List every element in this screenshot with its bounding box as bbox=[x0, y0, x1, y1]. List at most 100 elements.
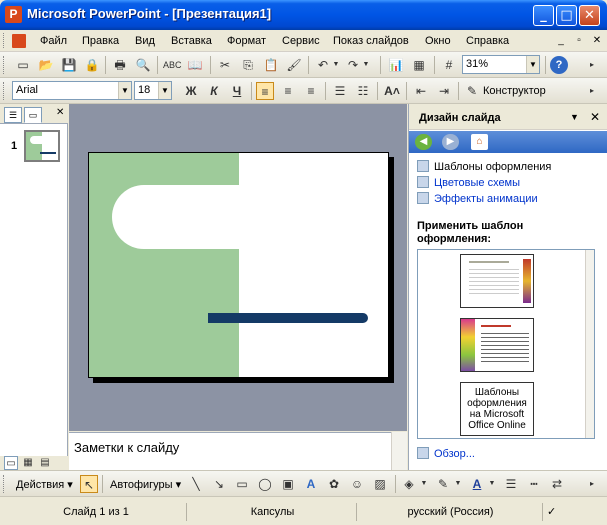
format-painter-icon[interactable]: 🖌 bbox=[285, 56, 303, 74]
design-templates-link[interactable]: Шаблоны оформления bbox=[417, 160, 551, 173]
menu-window[interactable]: Окно bbox=[425, 35, 451, 47]
toolbar-grip[interactable] bbox=[3, 475, 6, 493]
doc-minimize-icon[interactable]: _ bbox=[553, 33, 569, 48]
doc-close-icon[interactable]: ✕ bbox=[589, 33, 605, 48]
menu-view[interactable]: Вид bbox=[135, 35, 155, 47]
fill-color-icon[interactable]: ◈ bbox=[400, 475, 418, 493]
line-style-icon[interactable]: ☰ bbox=[502, 475, 520, 493]
minimize-button[interactable]: _ bbox=[533, 5, 554, 26]
back-icon[interactable]: ◀ bbox=[415, 134, 432, 150]
color-schemes-link[interactable]: Цветовые схемы bbox=[417, 176, 520, 189]
doc-restore-icon[interactable]: ▫ bbox=[571, 33, 587, 48]
home-icon[interactable]: ⌂ bbox=[471, 134, 488, 150]
show-grid-icon[interactable]: # bbox=[440, 56, 458, 74]
line-icon[interactable]: ╲ bbox=[187, 475, 205, 493]
zoom-combo[interactable]: 31% ▼ bbox=[462, 55, 540, 74]
increase-font-size-icon[interactable]: A˄ bbox=[383, 82, 401, 100]
template-thumbnail[interactable] bbox=[460, 254, 534, 308]
undo-icon[interactable]: ↶ bbox=[314, 56, 332, 74]
notes-pane[interactable]: Заметки к слайду bbox=[69, 432, 407, 470]
toolbar-options-icon[interactable]: ▸ bbox=[586, 56, 598, 74]
font-combo[interactable]: Arial ▼ bbox=[12, 81, 132, 100]
slide-thumbnail[interactable] bbox=[24, 130, 60, 162]
slide-canvas[interactable] bbox=[88, 152, 389, 378]
dash-style-icon[interactable]: ┅ bbox=[525, 475, 543, 493]
decrease-indent-icon[interactable]: ⇤ bbox=[412, 82, 430, 100]
cut-icon[interactable]: ✂ bbox=[216, 56, 234, 74]
underline-button[interactable]: Ч bbox=[228, 82, 246, 100]
forward-icon[interactable]: ▶ bbox=[442, 134, 459, 150]
toolbar-grip[interactable] bbox=[3, 82, 6, 100]
pane-close-icon[interactable]: ✕ bbox=[56, 107, 64, 118]
redo-icon[interactable]: ↷ bbox=[344, 56, 362, 74]
print-icon[interactable]: 🖶 bbox=[111, 56, 129, 74]
font-size-combo[interactable]: 18 ▼ bbox=[134, 81, 172, 100]
maximize-button[interactable]: □ bbox=[556, 5, 577, 26]
zoom-dropdown-icon[interactable]: ▼ bbox=[526, 56, 539, 73]
task-pane-close-icon[interactable]: ✕ bbox=[590, 110, 600, 124]
insert-table-icon[interactable]: ▦ bbox=[410, 56, 428, 74]
toolbar-options-icon[interactable]: ▸ bbox=[586, 475, 598, 493]
menu-format[interactable]: Формат bbox=[227, 35, 266, 47]
bold-button[interactable]: Ж bbox=[182, 82, 200, 100]
menu-tools[interactable]: Сервис bbox=[282, 35, 320, 47]
browse-link[interactable]: Обзор... bbox=[417, 447, 475, 460]
toolbar-grip[interactable] bbox=[3, 56, 6, 74]
fill-color-dropdown-icon[interactable]: ▼ bbox=[420, 475, 428, 493]
slide-sorter-view-icon[interactable]: ▦ bbox=[21, 456, 35, 470]
copy-icon[interactable]: ⎘ bbox=[239, 56, 257, 74]
autoshapes-menu[interactable]: Автофигуры ▾ bbox=[110, 478, 181, 491]
align-center-icon[interactable]: ≡ bbox=[279, 82, 297, 100]
slideshow-view-icon[interactable]: ▤ bbox=[38, 456, 52, 470]
outline-tab-icon[interactable]: ☰ bbox=[4, 107, 22, 123]
open-icon[interactable]: 📂 bbox=[37, 56, 55, 74]
research-icon[interactable]: 📖 bbox=[186, 56, 204, 74]
arrow-style-icon[interactable]: ⇄ bbox=[548, 475, 566, 493]
slides-tab-icon[interactable]: ▭ bbox=[24, 107, 42, 123]
menu-edit[interactable]: Правка bbox=[82, 35, 119, 47]
undo-dropdown-icon[interactable]: ▼ bbox=[332, 56, 340, 74]
menu-grip[interactable] bbox=[3, 33, 6, 48]
font-color-icon[interactable]: A bbox=[468, 475, 486, 493]
bullets-icon[interactable]: ☷ bbox=[354, 82, 372, 100]
font-color-dropdown-icon[interactable]: ▼ bbox=[488, 475, 496, 493]
clip-art-icon[interactable]: ☺ bbox=[348, 475, 366, 493]
redo-dropdown-icon[interactable]: ▼ bbox=[362, 56, 370, 74]
permission-icon[interactable]: 🔒 bbox=[83, 56, 101, 74]
oval-icon[interactable]: ◯ bbox=[256, 475, 274, 493]
text-box-icon[interactable]: ▣ bbox=[279, 475, 297, 493]
notes-scrollbar[interactable] bbox=[391, 432, 407, 470]
menu-help[interactable]: Справка bbox=[466, 35, 509, 47]
insert-chart-icon[interactable]: 📊 bbox=[387, 56, 405, 74]
paste-icon[interactable]: 📋 bbox=[262, 56, 280, 74]
italic-button[interactable]: К bbox=[205, 82, 223, 100]
powerpoint-app-icon[interactable]: P bbox=[5, 6, 22, 23]
insert-picture-icon[interactable]: ▨ bbox=[371, 475, 389, 493]
task-pane-menu-icon[interactable]: ▼ bbox=[570, 112, 579, 122]
new-icon[interactable]: ▭ bbox=[14, 56, 32, 74]
align-left-icon[interactable]: ≡ bbox=[256, 82, 274, 100]
menu-insert[interactable]: Вставка bbox=[171, 35, 212, 47]
toolbar-options-icon[interactable]: ▸ bbox=[586, 82, 598, 100]
spelling-status-icon[interactable]: ✓ bbox=[542, 503, 572, 521]
actions-menu[interactable]: Действия ▾ bbox=[16, 478, 73, 491]
close-button[interactable]: ✕ bbox=[579, 5, 600, 26]
increase-indent-icon[interactable]: ⇥ bbox=[435, 82, 453, 100]
font-size-dropdown-icon[interactable]: ▼ bbox=[158, 82, 171, 99]
animation-schemes-link[interactable]: Эффекты анимации bbox=[417, 192, 538, 205]
arrow-icon[interactable]: ↘ bbox=[210, 475, 228, 493]
wordart-icon[interactable]: A bbox=[302, 475, 320, 493]
menu-file[interactable]: Файл bbox=[40, 35, 67, 47]
line-color-dropdown-icon[interactable]: ▼ bbox=[454, 475, 462, 493]
select-pointer-icon[interactable]: ↖ bbox=[80, 475, 98, 493]
gallery-scrollbar[interactable] bbox=[585, 250, 594, 438]
spelling-icon[interactable]: ABC bbox=[163, 56, 182, 74]
align-right-icon[interactable]: ≡ bbox=[302, 82, 320, 100]
menu-slideshow[interactable]: Показ слайдов bbox=[333, 35, 409, 47]
document-icon[interactable] bbox=[12, 34, 26, 48]
line-color-icon[interactable]: ✎ bbox=[434, 475, 452, 493]
help-icon[interactable]: ? bbox=[550, 56, 568, 74]
template-thumbnail[interactable] bbox=[460, 318, 534, 372]
rectangle-icon[interactable]: ▭ bbox=[233, 475, 251, 493]
print-preview-icon[interactable]: 🔍 bbox=[134, 56, 152, 74]
